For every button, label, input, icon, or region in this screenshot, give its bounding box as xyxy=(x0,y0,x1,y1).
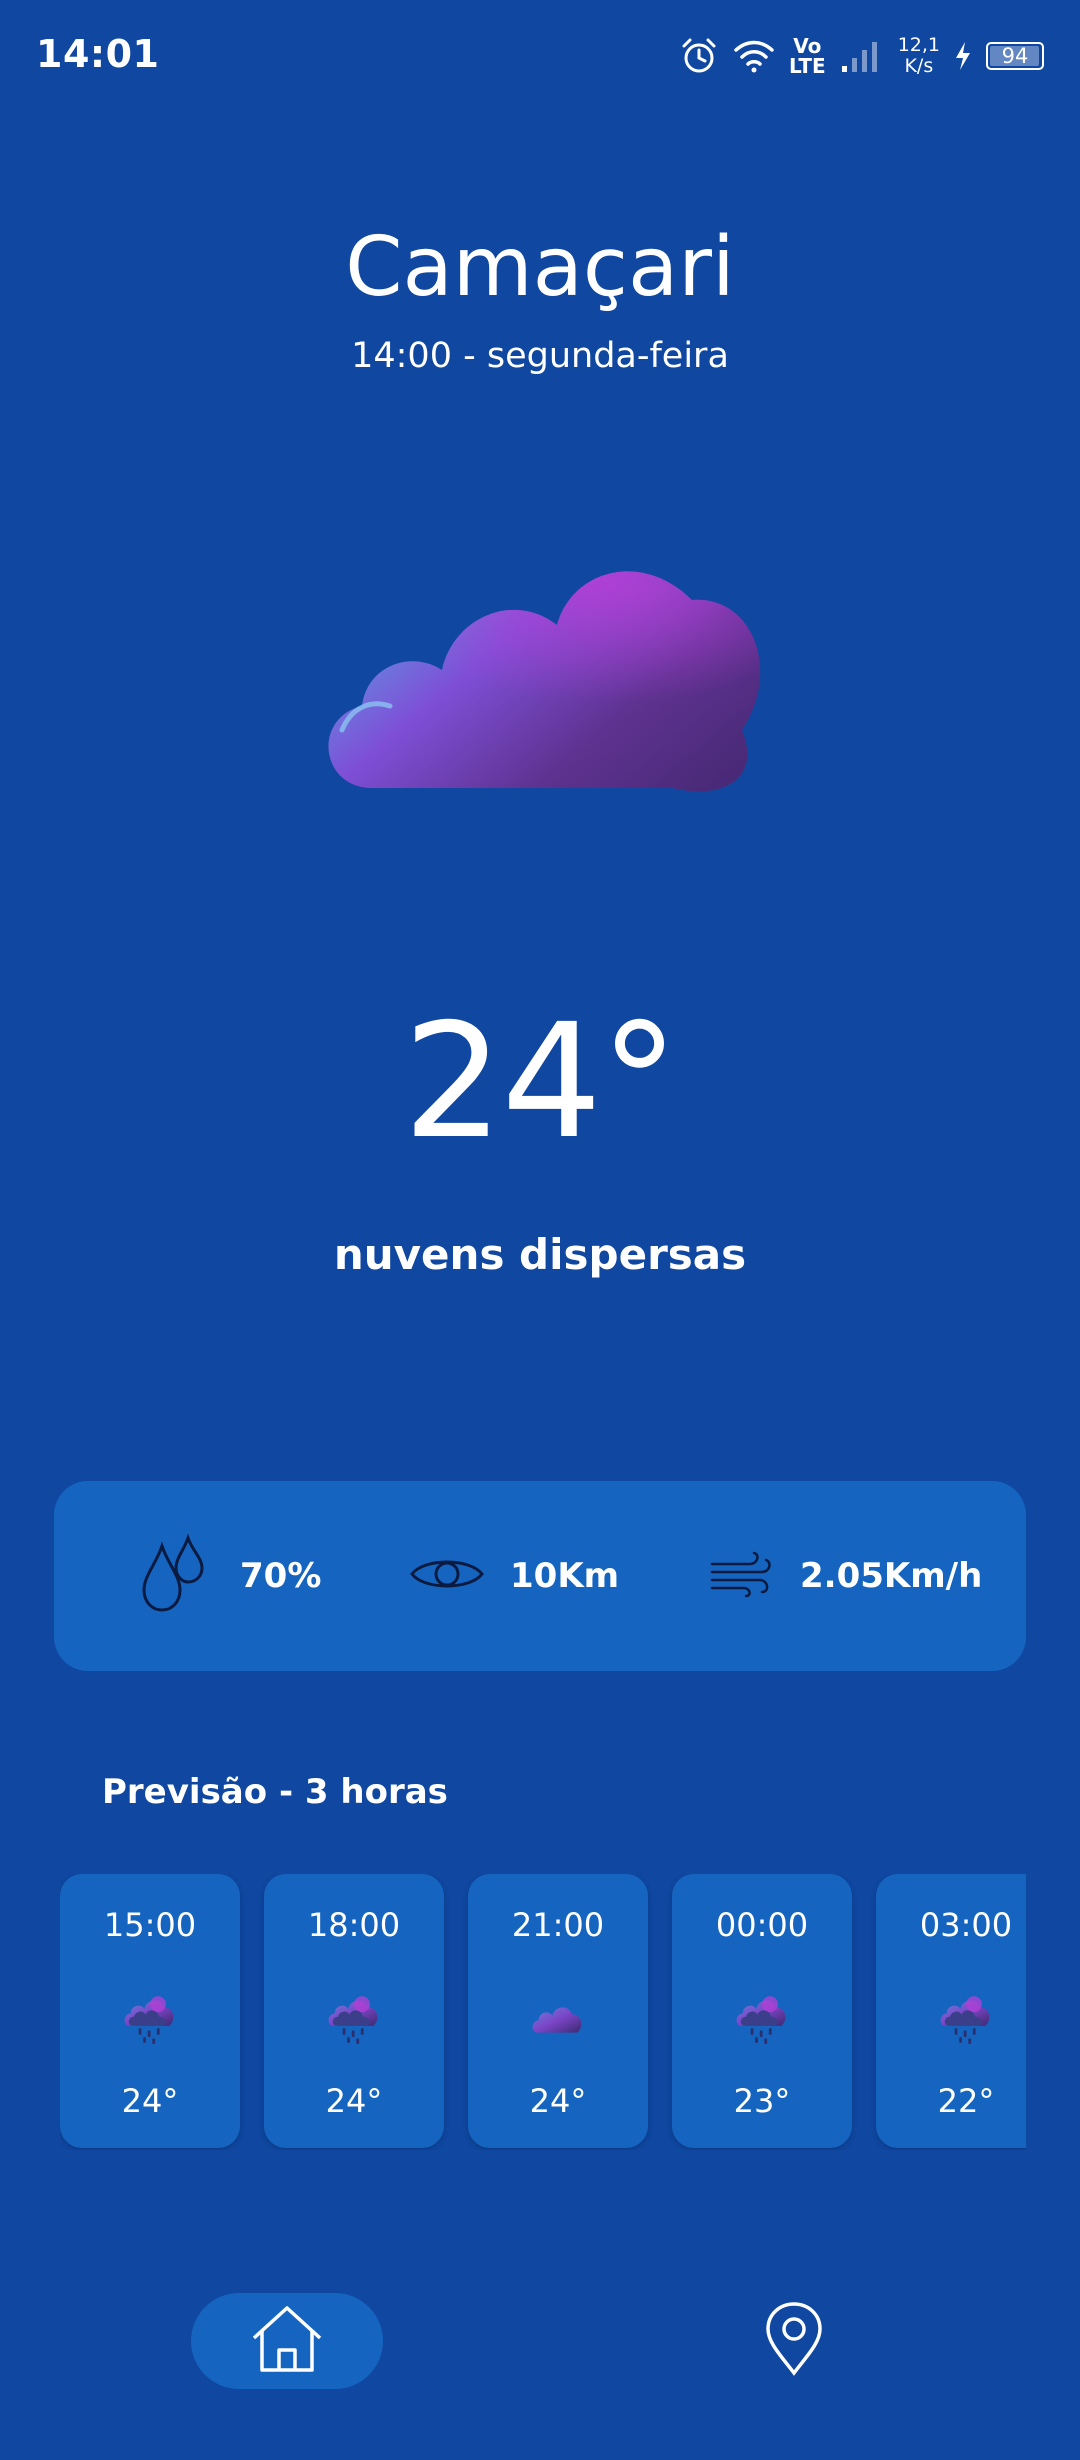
forecast-temp: 23° xyxy=(733,2082,791,2120)
forecast-card-1800[interactable]: 18:00 24° xyxy=(264,1874,444,2148)
rain-cloud-icon xyxy=(328,1996,378,2044)
net-speed-unit: K/s xyxy=(904,55,934,77)
forecast-title: Previsão - 3 horas xyxy=(102,1772,448,1812)
forecast-time: 15:00 xyxy=(103,1906,197,1944)
status-bar: 14:01 Vo LTE 12,1 K/s 94 xyxy=(0,0,1080,110)
eye-icon xyxy=(410,1552,484,1600)
bottom-nav xyxy=(0,2270,1080,2420)
forecast-time: 21:00 xyxy=(511,1906,605,1944)
wifi-icon xyxy=(733,38,775,74)
forecast-time: 00:00 xyxy=(715,1906,809,1944)
city-name: Camaçari xyxy=(345,220,735,315)
forecast-card-2100[interactable]: 21:00 24° xyxy=(468,1874,648,2148)
status-time: 14:01 xyxy=(36,32,160,76)
wind-value: 2.05Km/h xyxy=(800,1556,983,1596)
home-icon xyxy=(250,2304,324,2378)
wind-stat: 2.05Km/h xyxy=(710,1481,982,1671)
rain-cloud-icon xyxy=(736,1996,786,2044)
humidity-value: 70% xyxy=(240,1556,322,1596)
nav-home-button[interactable] xyxy=(191,2293,383,2389)
weather-stats-card: 70% 10Km 2.05Km/h xyxy=(54,1481,1026,1671)
location-pin-icon xyxy=(764,2301,824,2381)
cloud-icon xyxy=(532,2007,582,2033)
forecast-temp: 24° xyxy=(529,2082,587,2120)
charging-icon xyxy=(954,41,972,71)
wind-icon xyxy=(710,1550,774,1602)
humidity-stat: 70% xyxy=(138,1481,321,1671)
weather-description: nuvens dispersas xyxy=(333,1230,747,1279)
scattered-clouds-icon xyxy=(312,540,772,800)
humidity-drops-icon xyxy=(138,1533,214,1618)
visibility-value: 10Km xyxy=(510,1556,620,1596)
nav-location-button[interactable] xyxy=(746,2293,842,2389)
forecast-card-0300[interactable]: 03:00 22° xyxy=(876,1874,1026,2148)
volte-top-label: Vo xyxy=(793,34,822,58)
forecast-temp: 22° xyxy=(937,2082,995,2120)
status-icons: Vo LTE 12,1 K/s 94 xyxy=(679,28,1044,84)
rain-cloud-icon xyxy=(124,1996,174,2044)
forecast-list[interactable]: 15:00 24° 18:00 24° 21:00 24° 00:00 23° … xyxy=(60,1874,1026,2150)
net-speed-value: 12,1 xyxy=(897,34,940,56)
rain-cloud-icon xyxy=(940,1996,990,2044)
volte-bottom-label: LTE xyxy=(788,54,826,78)
forecast-temp: 24° xyxy=(121,2082,179,2120)
forecast-time: 03:00 xyxy=(919,1906,1013,1944)
forecast-card-0000[interactable]: 00:00 23° xyxy=(672,1874,852,2148)
forecast-temp: 24° xyxy=(325,2082,383,2120)
alarm-icon xyxy=(679,36,719,76)
volte-icon: Vo LTE xyxy=(789,36,826,76)
current-temperature: 24° xyxy=(402,990,679,1174)
battery-level: 94 xyxy=(1001,44,1029,68)
current-datetime: 14:00 - segunda-feira xyxy=(351,336,729,376)
forecast-card-1500[interactable]: 15:00 24° xyxy=(60,1874,240,2148)
battery-icon: 94 xyxy=(986,42,1044,70)
net-speed: 12,1 K/s xyxy=(898,35,940,77)
visibility-stat: 10Km xyxy=(410,1481,619,1671)
forecast-time: 18:00 xyxy=(307,1906,401,1944)
signal-icon xyxy=(840,38,884,74)
